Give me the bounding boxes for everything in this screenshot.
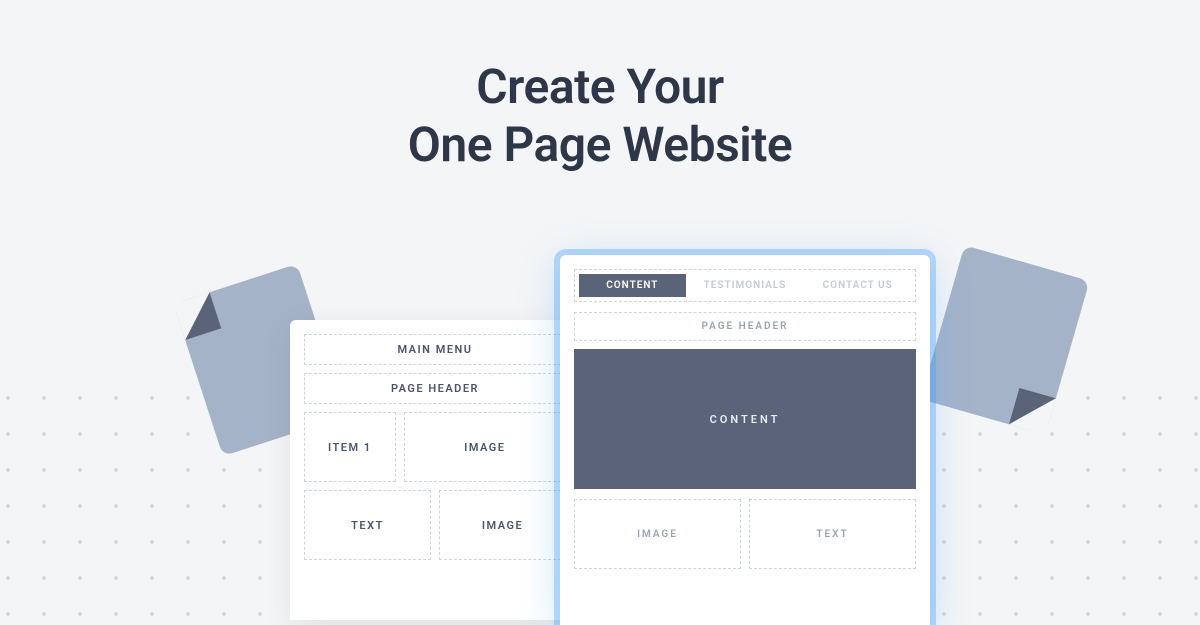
main-menu-block: MAIN MENU xyxy=(304,334,566,365)
heading-line-2: One Page Website xyxy=(408,116,792,173)
wireframe-mockup-front: CONTENT TESTIMONIALS CONTACT US PAGE HEA… xyxy=(560,255,930,625)
image-block: IMAGE xyxy=(439,490,566,560)
image-block: IMAGE xyxy=(404,412,566,482)
tabs-row: CONTENT TESTIMONIALS CONTACT US xyxy=(574,269,916,302)
tab-testimonials[interactable]: TESTIMONIALS xyxy=(692,274,799,297)
item-block: ITEM 1 xyxy=(304,412,396,482)
text-block: TEXT xyxy=(749,499,916,569)
dot-grid-left xyxy=(0,380,310,620)
page-header-block: PAGE HEADER xyxy=(574,312,916,341)
file-icon xyxy=(920,245,1089,435)
dot-grid-right xyxy=(890,380,1200,620)
page-header-block: PAGE HEADER xyxy=(304,373,566,404)
page-heading: Create Your One Page Website xyxy=(408,58,792,173)
tab-contact[interactable]: CONTACT US xyxy=(804,274,911,297)
heading-line-1: Create Your xyxy=(476,58,723,115)
image-block: IMAGE xyxy=(574,499,741,569)
tab-content[interactable]: CONTENT xyxy=(579,274,686,297)
text-block: TEXT xyxy=(304,490,431,560)
content-block: CONTENT xyxy=(574,349,916,489)
wireframe-mockup-back: MAIN MENU PAGE HEADER ITEM 1 IMAGE TEXT … xyxy=(290,320,580,620)
